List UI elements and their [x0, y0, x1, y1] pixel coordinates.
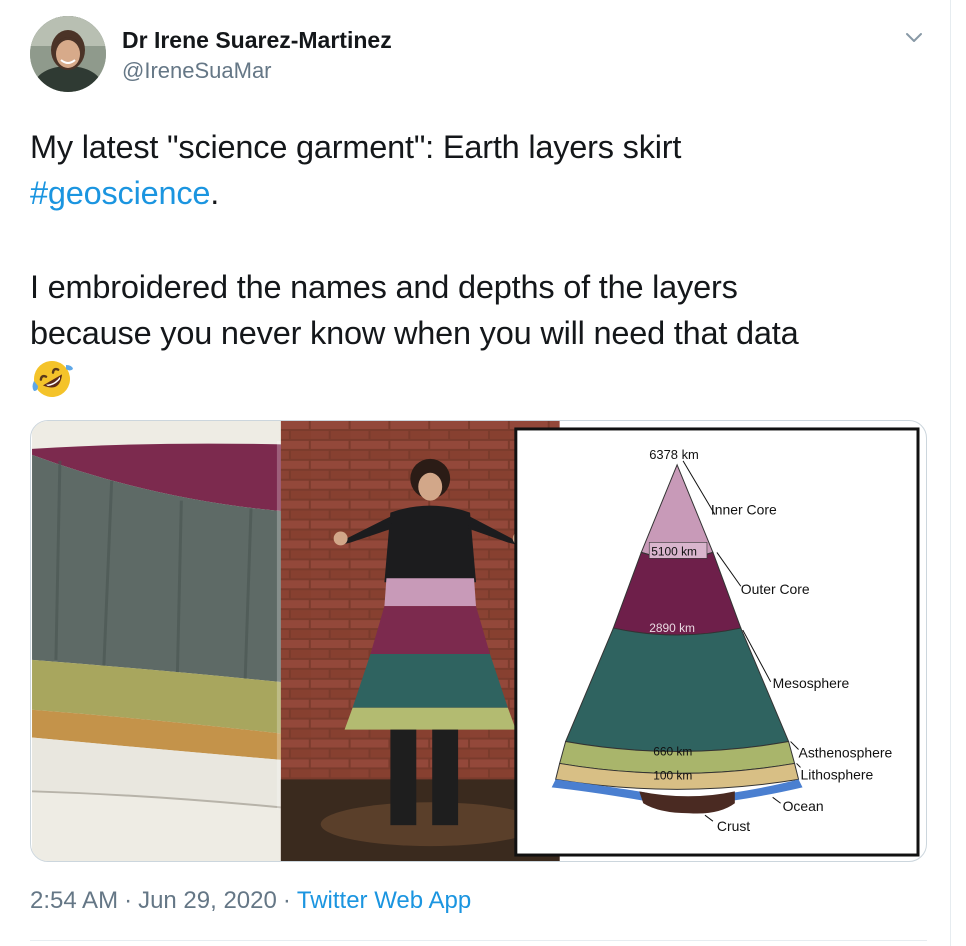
tweet-line-5 — [30, 356, 920, 402]
label-inner-core: Inner Core — [711, 502, 777, 518]
label-asthenosphere: Asthenosphere — [799, 744, 893, 760]
earth-layers-diagram: 6378 km Inner Core 5100 km Outer Core 28… — [514, 427, 920, 857]
media-image[interactable]: 6378 km Inner Core 5100 km Outer Core 28… — [30, 420, 927, 862]
skirt-closeup-photo — [31, 421, 299, 861]
label-660: 660 km — [653, 744, 692, 758]
divider — [30, 940, 927, 941]
tweet-line-3: I embroidered the names and depths of th… — [30, 269, 738, 305]
meta-separator: · — [124, 887, 133, 914]
tweet-metadata: 2:54 AM · Jun 29, 2020 · Twitter Web App — [30, 887, 471, 915]
chevron-down-icon[interactable] — [900, 24, 928, 52]
label-mesosphere: Mesosphere — [773, 675, 850, 691]
tweet-time[interactable]: 2:54 AM — [30, 887, 118, 914]
tweet-date[interactable]: Jun 29, 2020 — [138, 887, 277, 914]
tweet-card: Dr Irene Suarez-Martinez @IreneSuaMar My… — [0, 0, 951, 946]
display-name[interactable]: Dr Irene Suarez-Martinez — [122, 27, 392, 54]
label-5100: 5100 km — [651, 544, 697, 558]
label-outer-core: Outer Core — [741, 581, 810, 597]
avatar[interactable] — [30, 16, 106, 92]
tweet-line-2: #geoscience. — [30, 170, 920, 216]
user-handle[interactable]: @IreneSuaMar — [122, 58, 272, 84]
avatar-photo — [30, 16, 106, 92]
media-collage: 6378 km Inner Core 5100 km Outer Core 28… — [31, 421, 920, 861]
label-lithosphere: Lithosphere — [801, 766, 874, 782]
label-2890: 2890 km — [649, 621, 695, 635]
tweet-source-link[interactable]: Twitter Web App — [297, 887, 471, 914]
label-6378: 6378 km — [649, 447, 699, 462]
meta-separator-2: · — [282, 887, 291, 914]
label-crust: Crust — [717, 818, 750, 834]
label-100: 100 km — [653, 768, 692, 782]
tweet-line-1: My latest "science garment": Earth layer… — [30, 129, 682, 165]
tweet-text: My latest "science garment": Earth layer… — [30, 124, 920, 402]
tweet-line-4: because you never know when you will nee… — [30, 315, 799, 351]
hashtag-suffix: . — [210, 175, 220, 211]
label-ocean: Ocean — [783, 798, 824, 814]
hashtag-link[interactable]: #geoscience — [30, 175, 210, 211]
rolling-laughing-emoji-icon — [30, 357, 74, 401]
